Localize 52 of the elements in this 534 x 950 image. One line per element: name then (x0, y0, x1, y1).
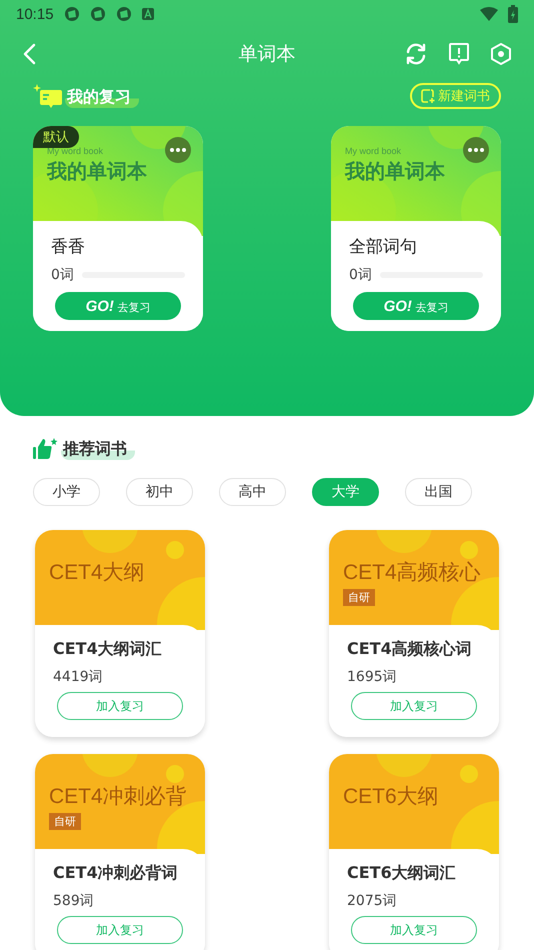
status-time: 10:15 (16, 6, 54, 22)
feedback-icon[interactable] (448, 42, 470, 66)
cover-subtitle: My word book (47, 146, 104, 156)
section-title: 我的复习 (65, 87, 139, 108)
add-book-icon (421, 89, 435, 103)
word-book-card[interactable]: 默认 My word book 我的单词本 香香 0词 GO! 去复习 (33, 126, 203, 331)
word-count: 0词 (51, 266, 74, 284)
cover-title: CET4高频核心 (343, 560, 482, 586)
self-developed-tag: 自研 (343, 589, 375, 606)
wifi-icon (480, 7, 498, 21)
word-count: 2075词 (347, 892, 398, 910)
book-icon (33, 84, 63, 108)
level-tab[interactable]: 高中 (219, 478, 286, 506)
settings-icon[interactable] (490, 42, 512, 66)
level-tab[interactable]: 初中 (126, 478, 193, 506)
more-icon[interactable] (165, 137, 191, 163)
book-card[interactable]: CET4大纲 CET4大纲词汇 4419词 加入复习 (35, 530, 205, 737)
default-badge: 默认 (33, 126, 79, 148)
more-icon[interactable] (463, 137, 489, 163)
book-title: CET4高频核心词 (347, 639, 473, 660)
cover-title: CET6大纲 (343, 784, 440, 810)
book-name: 香香 (51, 236, 86, 258)
book-name: 全部词句 (349, 236, 418, 258)
cover-title: 我的单词本 (47, 158, 148, 185)
keyboard-icon (142, 8, 154, 20)
cover-title: CET4大纲 (49, 560, 146, 586)
self-developed-tag: 自研 (49, 813, 81, 830)
aperture-icon (116, 6, 132, 22)
word-count: 589词 (53, 892, 95, 910)
aperture-icon (90, 6, 106, 22)
aperture-icon (64, 6, 80, 22)
word-count: 4419词 (53, 668, 104, 686)
word-count: 0词 (349, 266, 372, 284)
book-card[interactable]: CET6大纲 CET6大纲词汇 2075词 加入复习 (329, 754, 499, 950)
level-tab[interactable]: 小学 (33, 478, 100, 506)
back-icon[interactable] (22, 43, 36, 65)
thumbs-up-icon (33, 438, 59, 460)
refresh-icon[interactable] (404, 42, 428, 66)
level-tab[interactable]: 出国 (405, 478, 472, 506)
book-title: CET4冲刺必背词 (53, 863, 179, 884)
cover-title: 我的单词本 (345, 158, 446, 185)
cover-subtitle: My word book (345, 146, 402, 156)
book-title: CET6大纲词汇 (347, 863, 457, 884)
cover-title: CET4冲刺必背 (49, 784, 188, 810)
book-card[interactable]: CET4冲刺必背 自研 CET4冲刺必背词 589词 加入复习 (35, 754, 205, 950)
page-title: 单词本 (238, 42, 296, 67)
book-title: CET4大纲词汇 (53, 639, 163, 660)
section-title: 推荐词书 (61, 439, 135, 460)
book-card[interactable]: CET4高频核心 自研 CET4高频核心词 1695词 加入复习 (329, 530, 499, 737)
battery-icon (508, 5, 518, 23)
word-count: 1695词 (347, 668, 398, 686)
word-book-card[interactable]: My word book 我的单词本 全部词句 0词 GO! 去复习 (331, 126, 501, 331)
